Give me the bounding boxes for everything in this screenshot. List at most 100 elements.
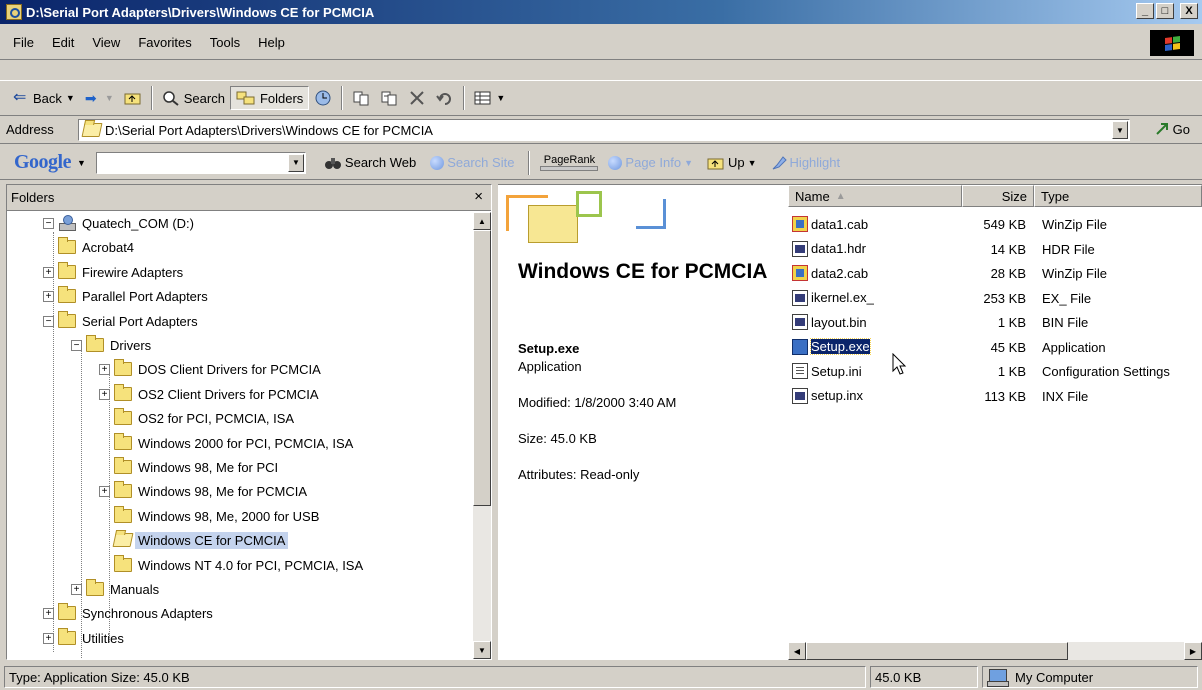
menu-help[interactable]: Help bbox=[249, 35, 294, 50]
folders-button[interactable]: Folders bbox=[229, 86, 310, 110]
explorer-folder-icon bbox=[6, 4, 22, 20]
tree-item[interactable]: Windows NT 4.0 for PCI, PCMCIA, ISA bbox=[99, 554, 366, 576]
tree-item-label: Windows 2000 for PCI, PCMCIA, ISA bbox=[138, 435, 354, 451]
tree-item[interactable]: + OS2 Client Drivers for PCMCIA bbox=[99, 383, 322, 405]
tree-item[interactable]: Windows 98, Me for PCI bbox=[99, 456, 281, 478]
maximize-button[interactable]: □ bbox=[1156, 3, 1174, 19]
close-icon[interactable]: × bbox=[474, 188, 483, 205]
scroll-thumb[interactable] bbox=[473, 230, 491, 506]
address-dropdown-button[interactable]: ▼ bbox=[1112, 121, 1128, 139]
file-row[interactable]: layout.bin 1 KB BIN File bbox=[788, 311, 1202, 335]
large-folder-icon bbox=[528, 205, 578, 243]
up-button[interactable]: Up ▼ bbox=[703, 155, 761, 171]
menu-favorites[interactable]: Favorites bbox=[129, 35, 200, 50]
google-logo[interactable]: Google bbox=[14, 151, 72, 174]
tree-item[interactable]: + Firewire Adapters bbox=[43, 261, 186, 283]
google-search-dropdown-button[interactable]: ▼ bbox=[287, 153, 304, 172]
scroll-up-button[interactable]: ▲ bbox=[473, 212, 491, 230]
up-label: Up bbox=[728, 155, 745, 170]
scroll-thumb[interactable] bbox=[806, 642, 1068, 660]
status-zone: My Computer bbox=[982, 666, 1198, 688]
menu-file[interactable]: File bbox=[4, 35, 43, 50]
up-folder-icon bbox=[124, 93, 141, 105]
file-row[interactable]: ikernel.ex_ 253 KB EX_ File bbox=[788, 287, 1202, 311]
window-title: D:\Serial Port Adapters\Drivers\Windows … bbox=[26, 4, 375, 20]
back-button[interactable]: Back ▼ bbox=[8, 87, 80, 109]
file-list-hscrollbar[interactable]: ◀ ▶ bbox=[788, 642, 1202, 660]
tree-item-label: OS2 Client Drivers for PCMCIA bbox=[138, 386, 319, 402]
tree-item[interactable]: Windows CE for PCMCIA bbox=[99, 529, 289, 551]
page-info-button[interactable]: Page Info ▼ bbox=[604, 155, 697, 170]
tree-item[interactable]: + Manuals bbox=[71, 578, 162, 600]
column-type[interactable]: Type bbox=[1034, 185, 1202, 207]
highlight-button[interactable]: Highlight bbox=[767, 155, 845, 171]
tree-item[interactable]: − Drivers bbox=[71, 334, 154, 356]
tree-item[interactable]: + DOS Client Drivers for PCMCIA bbox=[99, 358, 324, 380]
search-button[interactable]: Search bbox=[157, 87, 230, 109]
file-row[interactable]: Setup.exe 45 KB Application bbox=[788, 336, 1202, 360]
pagerank-bar bbox=[540, 166, 599, 171]
undo-button[interactable] bbox=[431, 87, 459, 109]
chevron-down-icon[interactable]: ▼ bbox=[105, 93, 114, 103]
chevron-down-icon[interactable]: ▼ bbox=[684, 158, 693, 168]
file-row[interactable]: data1.cab 549 KB WinZip File bbox=[788, 213, 1202, 237]
views-button[interactable]: ▼ bbox=[469, 87, 510, 109]
tree-item[interactable]: Acrobat4 bbox=[43, 236, 137, 258]
scroll-left-button[interactable]: ◀ bbox=[788, 642, 806, 660]
scroll-right-button[interactable]: ▶ bbox=[1184, 642, 1202, 660]
column-size[interactable]: Size bbox=[962, 185, 1034, 207]
toolbar-separator bbox=[463, 86, 466, 110]
menu-view[interactable]: View bbox=[83, 35, 129, 50]
title-bar[interactable]: D:\Serial Port Adapters\Drivers\Windows … bbox=[0, 0, 1202, 24]
chevron-down-icon[interactable]: ▼ bbox=[496, 93, 505, 103]
pagerank-indicator[interactable]: PageRank bbox=[540, 154, 599, 171]
chevron-down-icon[interactable]: ▼ bbox=[66, 93, 75, 103]
scroll-down-button[interactable]: ▼ bbox=[473, 641, 491, 659]
minimize-button[interactable]: _ bbox=[1136, 3, 1154, 19]
tree-item[interactable]: Windows 2000 for PCI, PCMCIA, ISA bbox=[99, 432, 356, 454]
undo-icon bbox=[436, 93, 452, 105]
file-dat-icon bbox=[792, 289, 808, 306]
close-button[interactable]: X bbox=[1180, 3, 1198, 19]
folder-tree-scrollbar[interactable]: ▲ ▼ bbox=[473, 212, 491, 659]
modified-date: Modified: 1/8/2000 3:40 AM bbox=[518, 395, 677, 410]
forward-button[interactable]: ▼ bbox=[80, 87, 119, 109]
tree-item[interactable]: + Windows 98, Me for PCMCIA bbox=[99, 480, 310, 502]
menu-tools[interactable]: Tools bbox=[201, 35, 249, 50]
tree-item[interactable]: + Parallel Port Adapters bbox=[43, 285, 211, 307]
search-web-button[interactable]: Search Web bbox=[320, 155, 420, 171]
file-row[interactable]: Setup.ini 1 KB Configuration Settings bbox=[788, 360, 1202, 384]
tree-item[interactable]: − Serial Port Adapters bbox=[43, 310, 201, 332]
up-folder-icon bbox=[707, 158, 724, 169]
file-name-cell: Setup.exe bbox=[792, 338, 871, 355]
tree-item-label: OS2 for PCI, PCMCIA, ISA bbox=[138, 410, 295, 426]
up-folder-button[interactable] bbox=[119, 87, 147, 109]
copy-to-button[interactable] bbox=[375, 87, 403, 109]
google-search-input[interactable]: ▼ bbox=[95, 151, 306, 174]
tree-item[interactable]: − Quatech_COM (D:) bbox=[43, 212, 197, 234]
go-button[interactable]: Go bbox=[1154, 121, 1190, 137]
file-row[interactable]: data1.hdr 14 KB HDR File bbox=[788, 238, 1202, 262]
file-row[interactable]: setup.inx 113 KB INX File bbox=[788, 385, 1202, 409]
file-row[interactable]: data2.cab 28 KB WinZip File bbox=[788, 262, 1202, 286]
folder-banner-art bbox=[498, 185, 678, 243]
tree-item[interactable]: + Utilities bbox=[43, 627, 127, 649]
tree-item[interactable]: OS2 for PCI, PCMCIA, ISA bbox=[99, 407, 297, 429]
go-label: Go bbox=[1172, 121, 1190, 137]
menu-edit[interactable]: Edit bbox=[43, 35, 83, 50]
chevron-down-icon[interactable]: ▼ bbox=[748, 158, 757, 168]
search-site-button[interactable]: Search Site bbox=[426, 155, 518, 170]
history-button[interactable] bbox=[309, 86, 337, 110]
tree-item[interactable]: + Synchronous Adapters bbox=[43, 602, 216, 624]
move-to-button[interactable] bbox=[347, 87, 375, 109]
column-name[interactable]: Name ▲ bbox=[788, 185, 962, 207]
file-name: Setup.exe bbox=[810, 338, 871, 355]
details-webview: Windows CE for PCMCIA Setup.exe Applicat… bbox=[498, 184, 788, 660]
menu-bar: File Edit View Favorites Tools Help bbox=[0, 26, 1202, 60]
tree-item[interactable]: Windows 98, Me, 2000 for USB bbox=[99, 505, 322, 527]
collapse-icon[interactable]: − bbox=[43, 217, 54, 229]
chevron-down-icon[interactable]: ▼ bbox=[77, 158, 86, 168]
delete-button[interactable] bbox=[403, 87, 431, 109]
address-input[interactable]: D:\Serial Port Adapters\Drivers\Windows … bbox=[78, 119, 1130, 141]
folder-icon bbox=[114, 457, 132, 474]
